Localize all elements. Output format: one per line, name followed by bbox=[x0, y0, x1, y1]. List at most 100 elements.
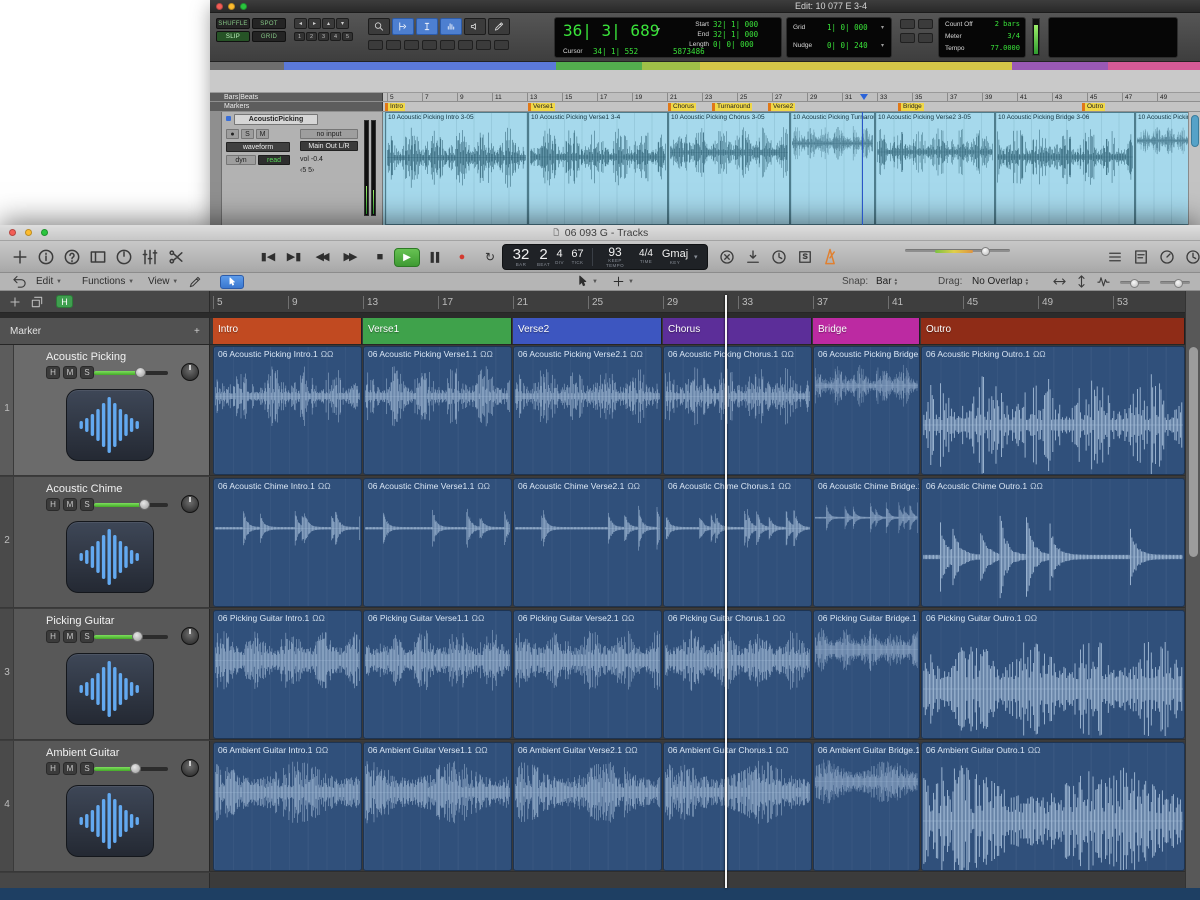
scrubber-tool-button[interactable] bbox=[464, 18, 486, 35]
zoom-window-icon[interactable] bbox=[240, 3, 247, 10]
mirror-midi-button[interactable] bbox=[404, 40, 419, 50]
marker-chip[interactable]: Intro bbox=[385, 103, 405, 111]
track-volume-slider[interactable] bbox=[94, 635, 168, 639]
protools-titlebar[interactable]: Edit: 10 077 E 3-4 bbox=[210, 0, 1200, 13]
zoom-out-h-button[interactable]: ◂ bbox=[294, 18, 307, 29]
slider-thumb[interactable] bbox=[139, 499, 150, 510]
audio-region[interactable]: 06 Picking Guitar Bridge.1ΩΩ bbox=[813, 610, 920, 739]
audio-region[interactable]: 06 Acoustic Chime Chorus.1ΩΩ bbox=[663, 478, 812, 607]
hide-button[interactable]: H bbox=[46, 630, 60, 643]
audio-region[interactable]: 06 Ambient Guitar Bridge.1ΩΩ bbox=[813, 742, 920, 871]
mode-shuffle-button[interactable]: SHUFFLE bbox=[216, 18, 250, 29]
section-marker[interactable]: Verse2 bbox=[513, 318, 662, 344]
protools-ruler[interactable]: Bars|Beats 57911131517192123252729313335… bbox=[210, 93, 1200, 102]
left-click-tool-chevron[interactable]: ▼ bbox=[592, 275, 598, 289]
add-tracks-icon[interactable] bbox=[10, 247, 30, 267]
record-enable-button[interactable]: ● bbox=[226, 129, 239, 139]
pan-knob[interactable] bbox=[181, 495, 199, 513]
track-name[interactable]: AcousticPicking bbox=[234, 114, 318, 125]
marker-chip[interactable]: Verse2 bbox=[768, 103, 795, 111]
forward-button[interactable]: ▶▶ bbox=[336, 249, 362, 266]
play-button[interactable]: ▶ bbox=[394, 248, 420, 267]
track-name[interactable]: Ambient Guitar bbox=[46, 747, 119, 759]
track-volume-slider[interactable] bbox=[94, 503, 168, 507]
rewind-button[interactable]: ◀◀ bbox=[308, 249, 334, 266]
audio-region[interactable]: 06 Acoustic Chime Outro.1ΩΩ bbox=[921, 478, 1185, 607]
autopunch-icon[interactable] bbox=[744, 248, 762, 266]
stop-button[interactable]: ■ bbox=[368, 249, 392, 266]
pause-button[interactable]: ▌▌ bbox=[424, 249, 448, 266]
section-marker[interactable]: Chorus bbox=[663, 318, 812, 344]
audio-region[interactable]: 06 Acoustic Picking Outro.1ΩΩ bbox=[921, 346, 1185, 475]
protools-vertical-scrollbar[interactable] bbox=[1188, 112, 1200, 225]
track-list-strip[interactable] bbox=[210, 112, 222, 225]
audio-region[interactable]: 06 Ambient Guitar Chorus.1ΩΩ bbox=[663, 742, 812, 871]
mixer-icon[interactable] bbox=[140, 247, 160, 267]
solo-button[interactable]: S bbox=[80, 762, 94, 775]
command-click-tool-chevron[interactable]: ▼ bbox=[628, 275, 634, 289]
inspector-icon[interactable] bbox=[36, 247, 56, 267]
menu-functions[interactable]: Functions ▼ bbox=[82, 275, 134, 289]
library-icon[interactable] bbox=[88, 247, 108, 267]
waveform-zoom-icon[interactable] bbox=[1096, 274, 1111, 289]
pan-knob[interactable] bbox=[181, 363, 199, 381]
zoom-preset-2[interactable]: 2 bbox=[306, 32, 317, 41]
audio-region[interactable]: 06 Acoustic Picking Intro.1ΩΩ bbox=[213, 346, 362, 475]
zoom-preset-3[interactable]: 3 bbox=[318, 32, 329, 41]
pre-roll-button[interactable] bbox=[900, 19, 915, 29]
track-name[interactable]: Acoustic Picking bbox=[46, 351, 126, 363]
marker-chip[interactable]: Chorus bbox=[668, 103, 696, 111]
arrangement-header[interactable]: Marker + bbox=[0, 318, 210, 344]
volume-readout[interactable]: vol -0.4 bbox=[300, 156, 323, 163]
logic-ruler[interactable]: H 591317212529333741454953 bbox=[0, 291, 1200, 313]
audio-region[interactable]: 10 Acoustic Picking Chorus 3-05 bbox=[668, 112, 790, 225]
command-click-tool-icon[interactable] bbox=[612, 275, 625, 288]
chevron-down-icon[interactable]: ▾ bbox=[657, 26, 660, 33]
zoom-in-v-button[interactable]: ▾ bbox=[336, 18, 349, 29]
v-zoom-slider[interactable] bbox=[1160, 281, 1190, 284]
marker-chip[interactable]: Outro bbox=[1082, 103, 1105, 111]
track-volume-slider[interactable] bbox=[94, 371, 168, 375]
add-marker-button[interactable]: + bbox=[194, 318, 200, 345]
zoom-preset-5[interactable]: 5 bbox=[342, 32, 353, 41]
scrollbar-thumb[interactable] bbox=[1189, 347, 1198, 557]
slider-thumb[interactable] bbox=[981, 247, 990, 256]
hide-button[interactable]: H bbox=[46, 762, 60, 775]
left-click-tool-icon[interactable] bbox=[576, 275, 589, 288]
track-view-selector[interactable]: waveform bbox=[226, 142, 290, 152]
active-tool-button[interactable] bbox=[220, 275, 244, 289]
audio-region[interactable]: 06 Picking Guitar Verse2.1ΩΩ bbox=[513, 610, 662, 739]
solo-off-icon[interactable] bbox=[718, 248, 736, 266]
pan-knob[interactable] bbox=[181, 627, 199, 645]
audio-region[interactable]: 06 Picking Guitar Chorus.1ΩΩ bbox=[663, 610, 812, 739]
nudge-value[interactable]: 0| 0| 240 bbox=[827, 41, 868, 50]
ruler-name-cell[interactable]: Bars|Beats bbox=[210, 93, 383, 101]
chevron-down-icon[interactable]: ▾ bbox=[881, 42, 884, 49]
mode-slip-button[interactable]: SLIP bbox=[216, 31, 250, 42]
grid-value[interactable]: 1| 0| 000 bbox=[827, 23, 868, 32]
minimize-icon[interactable] bbox=[25, 229, 32, 236]
audio-region[interactable]: 06 Ambient Guitar Intro.1ΩΩ bbox=[213, 742, 362, 871]
audio-region[interactable]: 06 Ambient Guitar Verse2.1ΩΩ bbox=[513, 742, 662, 871]
duplicate-track-icon[interactable] bbox=[30, 295, 44, 309]
section-marker[interactable]: Outro bbox=[921, 318, 1185, 344]
go-to-end-button[interactable]: ▶▮ bbox=[282, 249, 306, 266]
audio-region[interactable]: 10 Acoustic Picking Verse2 3-05 bbox=[875, 112, 995, 225]
audio-region[interactable]: 06 Picking Guitar Verse1.1ΩΩ bbox=[363, 610, 512, 739]
section-marker[interactable]: Intro bbox=[213, 318, 362, 344]
list-editors-icon[interactable] bbox=[1106, 248, 1124, 266]
mute-button[interactable]: M bbox=[256, 129, 269, 139]
drag-dropdown[interactable]: No Overlap▲▼ bbox=[972, 275, 1029, 289]
pencil-icon[interactable] bbox=[188, 275, 202, 289]
link-timeline-button[interactable] bbox=[368, 40, 383, 50]
loop-browser-icon[interactable] bbox=[1158, 248, 1176, 266]
cycle-button[interactable]: ↻ bbox=[478, 249, 502, 266]
h-zoom-slider[interactable] bbox=[1120, 281, 1150, 284]
media-browser-icon[interactable] bbox=[1184, 248, 1200, 266]
tempo-value[interactable]: 77.0000 bbox=[990, 44, 1020, 52]
zoomer-tool-button[interactable] bbox=[368, 18, 390, 35]
zoom-preset-1[interactable]: 1 bbox=[294, 32, 305, 41]
chevron-down-icon[interactable]: ▾ bbox=[694, 253, 698, 261]
grabber-tool-button[interactable] bbox=[440, 18, 462, 35]
solo-button[interactable]: S bbox=[80, 630, 94, 643]
